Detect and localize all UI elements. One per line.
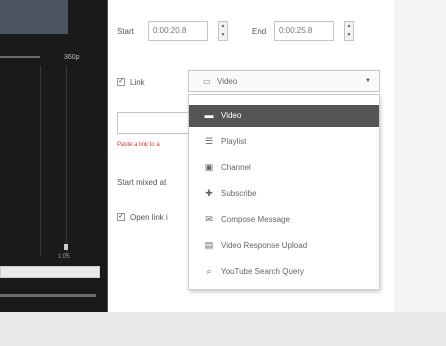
link-error-text: Paste a link to a: [117, 142, 160, 148]
subscribe-icon: ✚: [205, 188, 213, 198]
quality-selector[interactable]: 360p: [64, 54, 80, 61]
video-thumbnail[interactable]: [0, 0, 68, 34]
menu-item-label: Compose Message: [221, 215, 290, 224]
menu-item-channel[interactable]: ▣ Channel: [189, 157, 379, 179]
menu-item-label: Playlist: [221, 137, 247, 146]
start-time-field[interactable]: 0:00:20.8: [148, 21, 208, 41]
playlist-icon: ☰: [204, 136, 214, 146]
timeline-track: [40, 66, 41, 256]
menu-item-label: Video: [221, 111, 242, 120]
search-icon: ⌕: [206, 266, 212, 276]
video-icon: ▭: [203, 77, 211, 86]
channel-icon: ▣: [204, 162, 214, 172]
timeline-track: [66, 66, 67, 256]
video-response-upload-icon: ▤: [204, 240, 214, 250]
end-label: End: [252, 27, 267, 36]
end-time-stepper[interactable]: ▲ ▼: [344, 21, 354, 41]
link-type-select[interactable]: ▭ Video ▼: [188, 70, 380, 92]
link-label: Link: [130, 78, 145, 87]
link-type-dropdown: ▬ Video ☰ Playlist ▣ Channel ✚ Subscribe…: [188, 94, 380, 290]
menu-item-label: Channel: [221, 163, 251, 172]
editor-stage: 360p 1:05 Start 0:00:20.8 ▲ ▼ End 0:00:25…: [0, 0, 446, 346]
start-label: Start: [117, 27, 134, 36]
open-link-label: Open link i: [130, 213, 168, 222]
scrub-bar[interactable]: [0, 266, 100, 278]
start-time-stepper[interactable]: ▲ ▼: [218, 21, 228, 41]
compose-message-icon: ✉: [205, 214, 213, 224]
link-url-input[interactable]: [117, 112, 189, 134]
timeline-time: 1:05: [58, 254, 70, 260]
menu-item-label: Video Response Upload: [221, 241, 308, 250]
link-checkbox[interactable]: ✓: [117, 78, 125, 86]
link-type-value: Video: [217, 77, 238, 86]
menu-item-video-response-upload[interactable]: ▤ Video Response Upload: [189, 235, 379, 257]
chevron-down-icon: ▼: [365, 78, 371, 84]
volume-bar[interactable]: [0, 56, 40, 58]
menu-item-youtube-search-query[interactable]: ⌕ YouTube Search Query: [189, 261, 379, 283]
footer-bar: [0, 312, 446, 346]
end-time-field[interactable]: 0:00:25.8: [274, 21, 334, 41]
timeline-marker[interactable]: [64, 244, 68, 250]
pane-scrollbar[interactable]: [0, 294, 96, 297]
menu-item-compose-message[interactable]: ✉ Compose Message: [189, 209, 379, 231]
menu-item-video[interactable]: ▬ Video: [189, 105, 379, 127]
open-link-checkbox[interactable]: ✓: [117, 213, 125, 221]
menu-item-subscribe[interactable]: ✚ Subscribe: [189, 183, 379, 205]
menu-item-label: YouTube Search Query: [221, 267, 305, 276]
video-icon: ▬: [204, 110, 214, 120]
menu-item-playlist[interactable]: ☰ Playlist: [189, 131, 379, 153]
video-preview-pane: 360p 1:05: [0, 0, 108, 312]
start-mixed-label: Start mixed at: [117, 178, 167, 187]
menu-item-label: Subscribe: [221, 189, 257, 198]
